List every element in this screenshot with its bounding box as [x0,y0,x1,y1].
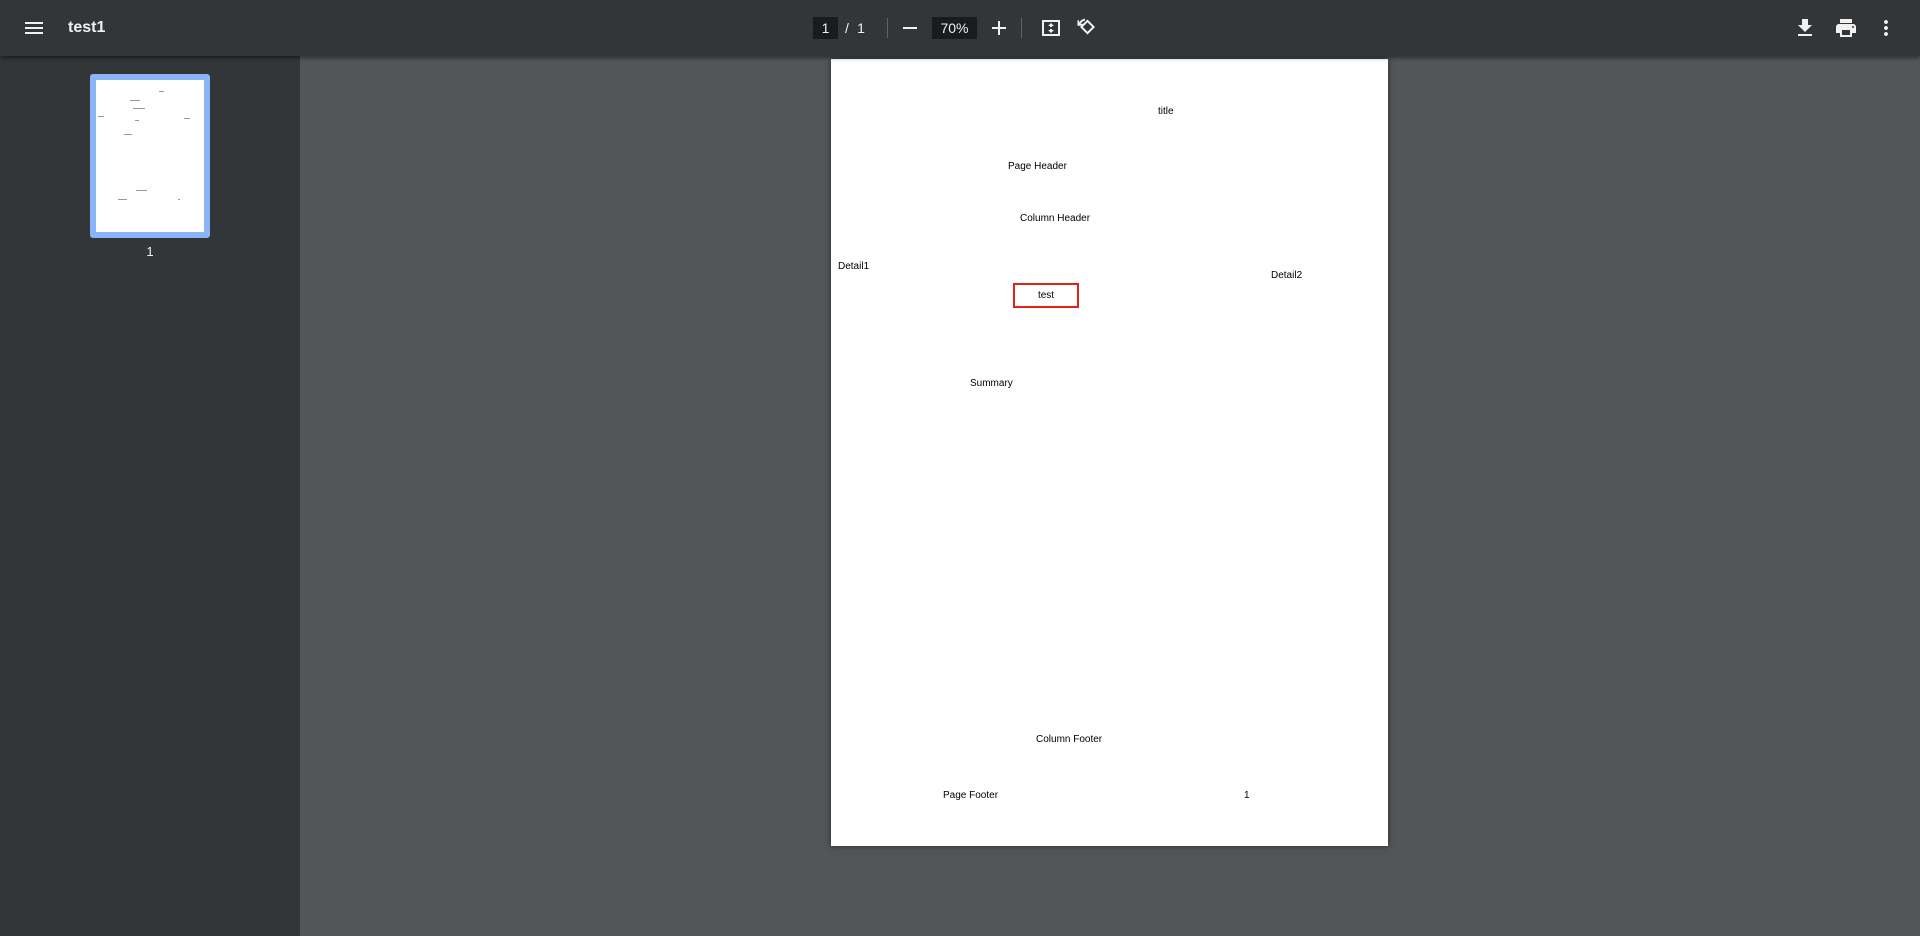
thumbnail-page-preview [96,80,204,232]
toolbar-divider [887,18,888,38]
thumb-mark [130,100,140,101]
column-footer-text: Column Footer [1036,734,1103,745]
pdf-page: title Page Header Column Header Detail1 … [831,59,1388,846]
menu-icon [25,22,43,34]
toolbar-divider [1021,18,1022,38]
download-button[interactable] [1785,8,1825,48]
thumb-mark [178,199,180,200]
test-field-box: test [1013,283,1079,308]
thumb-mark [118,199,127,200]
page-footer-number: 1 [1244,790,1250,801]
print-button[interactable] [1826,8,1866,48]
column-header-text: Column Header [1020,213,1091,224]
page-header-text: Page Header [1008,161,1067,172]
detail1-text: Detail1 [838,261,870,272]
download-icon [1798,19,1812,36]
thumb-mark [98,116,104,117]
page-total: 1 [857,20,865,36]
more-vert-icon [1884,20,1888,36]
fit-to-page-button[interactable] [1031,8,1071,48]
rotate-icon [1077,18,1095,35]
page-number-input[interactable] [813,17,838,39]
document-title: test1 [68,19,106,36]
plus-icon [992,21,1006,35]
thumbnail-sidebar: 1 [0,56,300,936]
print-icon [1836,19,1856,37]
thumb-mark [136,190,147,191]
detail2-text: Detail2 [1271,270,1303,281]
thumb-mark [184,118,190,119]
thumb-mark [135,120,139,121]
page-thumbnail[interactable] [90,74,210,238]
rotate-button[interactable] [1067,8,1107,48]
fit-to-page-icon [1042,20,1060,36]
more-options-button[interactable] [1866,8,1906,48]
menu-button[interactable] [14,8,54,48]
zoom-input[interactable] [932,17,977,39]
minus-icon [903,27,917,29]
zoom-out-button[interactable] [890,8,930,48]
page-separator: / [845,20,849,36]
thumbnail-page-number: 1 [146,244,154,259]
test-field-text: test [1037,290,1055,301]
page-footer-text: Page Footer [943,790,999,801]
pdf-toolbar: test1 / 1 [0,0,1920,56]
zoom-in-button[interactable] [979,8,1019,48]
report-title: title [1158,106,1174,117]
thumb-mark [133,108,145,109]
summary-text: Summary [970,378,1013,389]
thumb-mark [159,91,164,92]
thumb-mark [124,134,132,135]
